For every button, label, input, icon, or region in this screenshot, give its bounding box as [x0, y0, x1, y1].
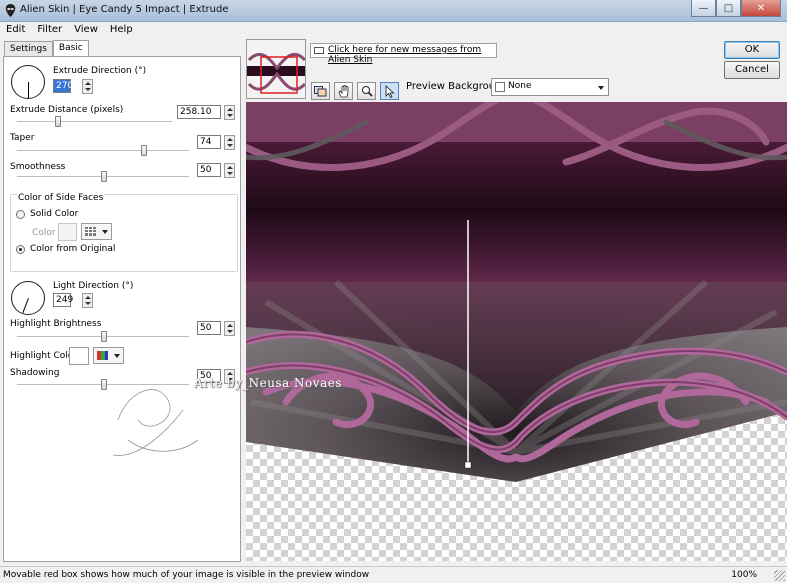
light-direction-spinner[interactable] — [82, 293, 93, 308]
color-palette-icon — [97, 351, 108, 360]
side-color-pattern-button[interactable] — [81, 223, 112, 240]
mail-icon — [314, 47, 324, 54]
tab-strip: Settings Basic — [4, 40, 89, 57]
light-direction-dial[interactable] — [11, 281, 45, 315]
chevron-down-icon — [102, 230, 108, 234]
basic-panel: Extrude Direction (°) 270 Extrude Distan… — [3, 56, 241, 562]
zoom-icon — [361, 86, 373, 97]
solid-color-label: Solid Color — [30, 209, 79, 219]
side-color-label: Color — [32, 228, 56, 238]
chevron-down-icon — [598, 86, 604, 90]
light-direction-input[interactable]: 249 — [53, 293, 73, 307]
watermark: Arte by_Neusa Novaes — [108, 360, 358, 470]
pointer-tool-button[interactable] — [380, 82, 399, 100]
highlight-color-swatch[interactable] — [69, 347, 89, 365]
messages-link-text: Click here for new messages from Alien S… — [328, 45, 482, 65]
smoothness-spinner[interactable] — [224, 163, 235, 178]
extrude-direction-needle — [28, 82, 29, 98]
light-direction-needle — [22, 298, 29, 314]
light-direction-label: Light Direction (°) — [53, 281, 134, 291]
status-message: Movable red box shows how much of your i… — [3, 570, 370, 580]
shadowing-label: Shadowing — [10, 368, 60, 378]
menu-edit[interactable]: Edit — [0, 22, 31, 38]
window-title: Alien Skin | Eye Candy 5 Impact | Extrud… — [20, 4, 229, 15]
minimize-icon: — — [698, 2, 709, 14]
color-from-original-label: Color from Original — [30, 244, 116, 254]
extrude-direction-dial[interactable] — [11, 65, 45, 99]
menu-filter[interactable]: Filter — [31, 22, 68, 38]
color-from-original-radio[interactable] — [16, 245, 25, 254]
taper-label: Taper — [10, 133, 35, 143]
preview-canvas[interactable] — [246, 102, 787, 561]
menu-bar: Edit Filter View Help — [0, 22, 787, 38]
tab-settings[interactable]: Settings — [4, 41, 53, 56]
preview-toggle-button[interactable] — [311, 82, 330, 100]
highlight-brightness-label: Highlight Brightness — [10, 319, 102, 329]
pattern-grid-icon — [85, 227, 96, 236]
watermark-text: Arte by_Neusa Novaes — [194, 376, 342, 390]
highlight-brightness-spinner[interactable] — [224, 321, 235, 336]
preview-background-select[interactable]: None — [491, 78, 609, 96]
taper-slider-thumb[interactable] — [141, 145, 147, 156]
close-button[interactable]: ✕ — [741, 0, 781, 17]
window-controls: — □ ✕ — [691, 0, 781, 18]
tab-basic[interactable]: Basic — [52, 40, 89, 57]
menu-help[interactable]: Help — [104, 22, 139, 38]
alien-skin-logo-icon — [5, 4, 16, 17]
extrude-direction-input[interactable]: 270 — [53, 79, 73, 93]
extrude-direction-label: Extrude Direction (°) — [53, 66, 147, 76]
taper-spinner[interactable] — [224, 135, 235, 150]
smoothness-input[interactable]: 50 — [197, 163, 221, 177]
shadowing-slider-thumb[interactable] — [101, 379, 107, 390]
extrude-distance-input[interactable]: 258.10 — [177, 105, 221, 119]
navigator-thumbnail[interactable] — [246, 39, 306, 99]
preview-toggle-icon — [314, 85, 327, 96]
extrude-distance-spinner[interactable] — [224, 105, 235, 120]
settings-pane: Settings Basic Extrude Direction (°) 270… — [0, 38, 243, 562]
zoom-tool-button[interactable] — [357, 82, 376, 100]
side-faces-group: Color of Side Faces Solid Color Color Co… — [10, 193, 238, 272]
highlight-brightness-slider-thumb[interactable] — [101, 331, 107, 342]
pointer-icon — [385, 84, 395, 98]
smoothness-label: Smoothness — [10, 162, 66, 172]
resize-grip-icon[interactable] — [774, 570, 785, 581]
taper-input[interactable]: 74 — [197, 135, 221, 149]
chevron-down-icon — [114, 354, 120, 358]
status-bar: Movable red box shows how much of your i… — [0, 566, 787, 583]
extrude-distance-slider-track[interactable] — [17, 121, 172, 123]
extrude-direction-spinner[interactable] — [82, 79, 93, 94]
cancel-button[interactable]: Cancel — [724, 61, 780, 79]
extrude-preview-image — [246, 102, 787, 482]
solid-color-radio[interactable] — [16, 210, 25, 219]
side-faces-title: Color of Side Faces — [17, 193, 105, 203]
alien-skin-messages-link[interactable]: Click here for new messages from Alien S… — [310, 43, 497, 65]
maximize-icon: □ — [723, 2, 734, 14]
extrude-distance-slider-thumb[interactable] — [55, 116, 61, 127]
side-color-swatch[interactable] — [58, 223, 77, 241]
taper-slider-track[interactable] — [17, 150, 189, 152]
maximize-button[interactable]: □ — [716, 0, 741, 17]
smoothness-slider-thumb[interactable] — [101, 171, 107, 182]
highlight-brightness-input[interactable]: 50 — [197, 321, 221, 335]
close-icon: ✕ — [756, 2, 766, 14]
preview-pane: Click here for new messages from Alien S… — [246, 38, 787, 561]
hand-tool-button[interactable] — [334, 82, 353, 100]
minimize-button[interactable]: — — [691, 0, 716, 17]
background-swatch-icon — [495, 82, 505, 92]
extrude-distance-label: Extrude Distance (pixels) — [10, 105, 124, 115]
preview-background-value: None — [508, 81, 532, 91]
title-bar: Alien Skin | Eye Candy 5 Impact | Extrud… — [0, 0, 787, 22]
hand-icon — [338, 84, 348, 97]
ok-button[interactable]: OK — [724, 41, 780, 59]
navigator-thumbnail-image — [247, 40, 305, 98]
highlight-color-label: Highlight Color — [10, 351, 77, 361]
menu-view[interactable]: View — [68, 22, 104, 38]
zoom-level: 100% — [731, 570, 757, 580]
